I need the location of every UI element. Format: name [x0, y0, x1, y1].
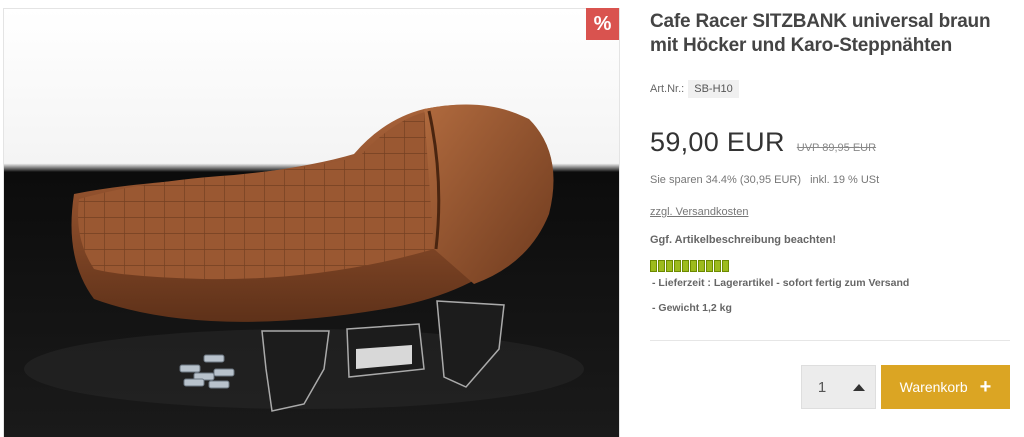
- plus-icon: +: [979, 376, 992, 398]
- stock-segment: [666, 260, 673, 272]
- tax-text: inkl. 19 % USt: [810, 174, 880, 186]
- add-to-cart-label: Warenkorb: [899, 379, 968, 395]
- stock-segment: [650, 260, 657, 272]
- original-price: UVP 89,95 EUR: [796, 142, 877, 154]
- delivery-time: - Lieferzeit : Lagerartikel - sofort fer…: [652, 277, 910, 289]
- shipping-costs-link[interactable]: zzgl. Versandkosten: [650, 206, 748, 218]
- stock-segment: [658, 260, 665, 272]
- product-image[interactable]: [3, 8, 620, 437]
- stock-segment: [674, 260, 681, 272]
- stock-segment: [698, 260, 705, 272]
- quantity-value[interactable]: 1: [802, 379, 842, 396]
- savings-info: Sie sparen 34.4% (30,95 EUR) inkl. 19 % …: [650, 174, 1015, 186]
- divider: [650, 340, 1010, 341]
- product-weight: - Gewicht 1,2 kg: [652, 302, 732, 314]
- stock-segment: [706, 260, 713, 272]
- stock-segment: [690, 260, 697, 272]
- article-number-label: Art.Nr.:: [650, 83, 685, 95]
- sale-badge: %: [586, 8, 619, 40]
- description-note: Ggf. Artikelbeschreibung beachten!: [650, 234, 837, 246]
- price-row: 59,00 EUR UVP 89,95 EUR: [650, 127, 1015, 158]
- add-to-cart-button[interactable]: Warenkorb +: [881, 365, 1010, 409]
- article-number-value: SB-H10: [688, 80, 739, 98]
- caret-up-icon[interactable]: [842, 366, 875, 408]
- quantity-stepper[interactable]: 1: [801, 365, 876, 409]
- savings-text: Sie sparen 34.4% (30,95 EUR): [650, 174, 802, 186]
- stock-indicator: [650, 260, 1015, 272]
- product-title: Cafe Racer SITZBANK universal braun mit …: [650, 11, 991, 56]
- product-price: 59,00 EUR: [650, 127, 785, 157]
- stock-segment: [682, 260, 689, 272]
- stock-segment: [722, 260, 729, 272]
- product-info: Cafe Racer SITZBANK universal braun mit …: [650, 10, 1015, 314]
- article-number: Art.Nr.: SB-H10: [650, 80, 1015, 98]
- stock-segment: [714, 260, 721, 272]
- product-photo: [4, 9, 619, 437]
